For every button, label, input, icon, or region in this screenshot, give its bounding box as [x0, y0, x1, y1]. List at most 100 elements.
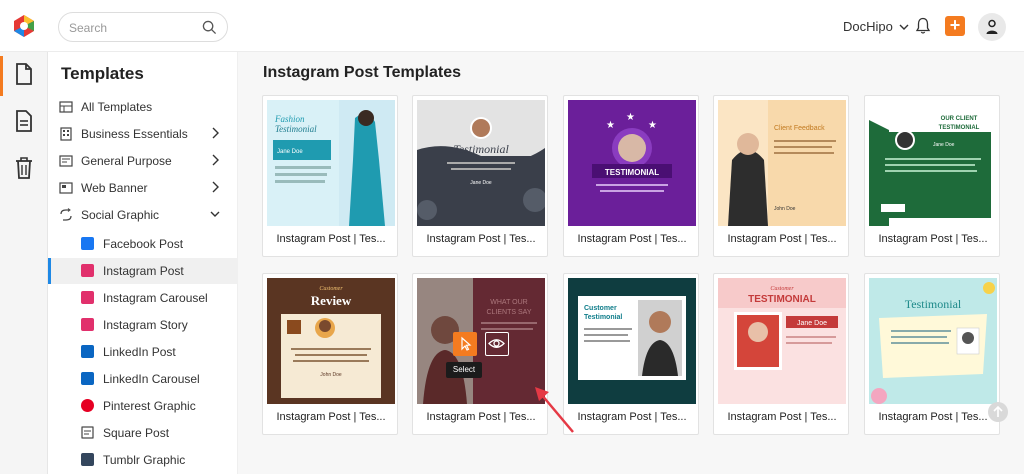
- template-card-label: Instagram Post | Tes...: [727, 411, 837, 423]
- thumb-person: Jane Doe: [470, 180, 492, 186]
- active-indicator: [48, 258, 51, 284]
- square-icon: [81, 426, 94, 439]
- template-card[interactable]: Testimonial Jane Doe Instagram Post | Te…: [412, 95, 548, 257]
- template-thumbnail[interactable]: Testimonial Jane Doe: [417, 100, 545, 226]
- scroll-to-top-button[interactable]: [988, 402, 1008, 422]
- preview-template-button[interactable]: [485, 332, 509, 356]
- linkedin-icon: [81, 372, 94, 385]
- building-icon: [60, 127, 72, 141]
- sidebar-item-general-purpose[interactable]: General Purpose: [48, 148, 238, 174]
- thumb-subheading: TESTIMONIAL: [939, 125, 980, 131]
- template-card[interactable]: Client Feedback John Doe Instagram Post …: [713, 95, 849, 257]
- templates-sidebar: Templates All Templates Business Essenti…: [48, 52, 238, 474]
- sidebar-subitem-pinterest-graphic[interactable]: Pinterest Graphic: [48, 393, 238, 419]
- pinterest-icon: [81, 399, 94, 412]
- sidebar-subitem-linkedin-post[interactable]: LinkedIn Post: [48, 339, 238, 365]
- template-card[interactable]: ★ ★ ★ TESTIMONIAL Instagram Post | Tes...: [563, 95, 699, 257]
- top-bar: DocHipo +: [0, 0, 1024, 52]
- thumb-heading: Fashion: [274, 114, 305, 124]
- facebook-icon: [81, 237, 94, 250]
- thumb-subheading: Testimonial: [275, 124, 317, 134]
- thumb-heading: Customer: [770, 286, 794, 292]
- template-gallery: Instagram Post Templates Fashion Testimo…: [238, 52, 1024, 474]
- thumb-heading: Testimonial: [453, 142, 509, 156]
- banner-icon: [59, 182, 73, 194]
- sidebar-subitem-square-post[interactable]: Square Post: [48, 420, 238, 446]
- template-thumbnail[interactable]: Customer Testimonial: [568, 278, 696, 404]
- select-template-button[interactable]: [453, 332, 477, 356]
- share-icon: [60, 208, 72, 221]
- sidebar-subitem-instagram-story[interactable]: Instagram Story: [48, 312, 238, 338]
- thumb-heading: TESTIMONIAL: [605, 168, 659, 177]
- thumb-person: Jane Doe: [277, 149, 303, 155]
- page-title: Instagram Post Templates: [263, 64, 461, 81]
- instagram-icon: [81, 318, 94, 331]
- trash-icon[interactable]: [13, 156, 35, 180]
- sidebar-item-label: General Purpose: [81, 154, 172, 168]
- search-icon[interactable]: [202, 20, 217, 35]
- sidebar-subitem-tumblr-graphic[interactable]: Tumblr Graphic: [48, 447, 238, 473]
- list-icon: [59, 155, 73, 167]
- template-card[interactable]: Fashion Testimonial Jane Doe Instagram P…: [262, 95, 398, 257]
- template-thumbnail[interactable]: ★ ★ ★ TESTIMONIAL: [568, 100, 696, 226]
- bell-icon[interactable]: [915, 17, 931, 35]
- sidebar-subitem-linkedin-carousel[interactable]: LinkedIn Carousel: [48, 366, 238, 392]
- pointer-arrow-icon: [535, 387, 574, 433]
- sidebar-item-label: Web Banner: [81, 181, 148, 195]
- sidebar-item-label: All Templates: [81, 100, 153, 114]
- sidebar-subitem-label: Instagram Carousel: [103, 291, 208, 305]
- chevron-right-icon[interactable]: [210, 127, 220, 139]
- thumb-heading: Customer: [319, 286, 343, 292]
- template-card-label: Instagram Post | Tes...: [426, 233, 536, 245]
- template-thumbnail[interactable]: Testimonial: [869, 278, 997, 404]
- instagram-icon: [81, 291, 94, 304]
- sidebar-item-business-essentials[interactable]: Business Essentials: [48, 121, 238, 147]
- thumb-person: Jane Doe: [933, 142, 955, 148]
- account-menu[interactable]: DocHipo: [843, 19, 909, 34]
- sidebar-item-social-graphic[interactable]: Social Graphic: [48, 202, 238, 228]
- thumb-person: John Doe: [774, 206, 796, 212]
- template-card[interactable]: Testimonial Instagram Post | Tes...: [864, 273, 1000, 435]
- search-input[interactable]: [69, 19, 199, 37]
- template-card[interactable]: OUR CLIENT TESTIMONIAL Jane Doe Instagra…: [864, 95, 1000, 257]
- document-icon[interactable]: [13, 62, 35, 86]
- dochipo-logo-icon[interactable]: [12, 14, 36, 38]
- template-card[interactable]: Customer TESTIMONIAL Jane Doe Instagram …: [713, 273, 849, 435]
- chevron-right-icon[interactable]: [210, 181, 220, 193]
- sidebar-subitem-instagram-post[interactable]: Instagram Post: [48, 258, 238, 284]
- sidebar-subitem-label: LinkedIn Carousel: [103, 372, 200, 386]
- sidebar-subitem-label: Instagram Post: [103, 264, 184, 278]
- template-card-label: Instagram Post | Tes...: [878, 233, 988, 245]
- sidebar-item-label: Business Essentials: [81, 127, 188, 141]
- sidebar-subitem-label: Square Post: [103, 426, 170, 440]
- thumb-person: Jane Doe: [797, 320, 827, 327]
- template-thumbnail[interactable]: Customer Review John Doe: [267, 278, 395, 404]
- create-new-button[interactable]: +: [945, 16, 965, 36]
- svg-text:★: ★: [648, 120, 657, 131]
- sidebar-item-all-templates[interactable]: All Templates: [48, 94, 238, 120]
- template-thumbnail[interactable]: OUR CLIENT TESTIMONIAL Jane Doe: [869, 100, 997, 226]
- template-card[interactable]: Customer Review John Doe Instagram Post …: [262, 273, 398, 435]
- thumb-subheading: Testimonial: [584, 314, 622, 321]
- tumblr-icon: [81, 453, 94, 466]
- sidebar-subitem-label: LinkedIn Post: [103, 345, 176, 359]
- thumb-heading: Testimonial: [905, 297, 962, 311]
- template-card-label: Instagram Post | Tes...: [577, 233, 687, 245]
- sidebar-title: Templates: [61, 64, 144, 83]
- sidebar-subitem-instagram-carousel[interactable]: Instagram Carousel: [48, 285, 238, 311]
- cursor-icon: [461, 336, 472, 351]
- template-thumbnail[interactable]: Fashion Testimonial Jane Doe: [267, 100, 395, 226]
- user-avatar-button[interactable]: [978, 13, 1006, 41]
- eye-icon: [488, 339, 505, 348]
- svg-text:★: ★: [626, 112, 635, 123]
- template-thumbnail[interactable]: Customer TESTIMONIAL Jane Doe: [718, 278, 846, 404]
- select-tooltip: Select: [446, 362, 482, 378]
- sidebar-subitem-facebook-post[interactable]: Facebook Post: [48, 231, 238, 257]
- grid-icon: [59, 101, 73, 113]
- thumb-heading: OUR CLIENT: [941, 116, 978, 122]
- sidebar-item-web-banner[interactable]: Web Banner: [48, 175, 238, 201]
- template-thumbnail[interactable]: Client Feedback John Doe: [718, 100, 846, 226]
- text-document-icon[interactable]: [13, 109, 35, 133]
- chevron-down-icon[interactable]: [210, 208, 220, 220]
- chevron-right-icon[interactable]: [210, 154, 220, 166]
